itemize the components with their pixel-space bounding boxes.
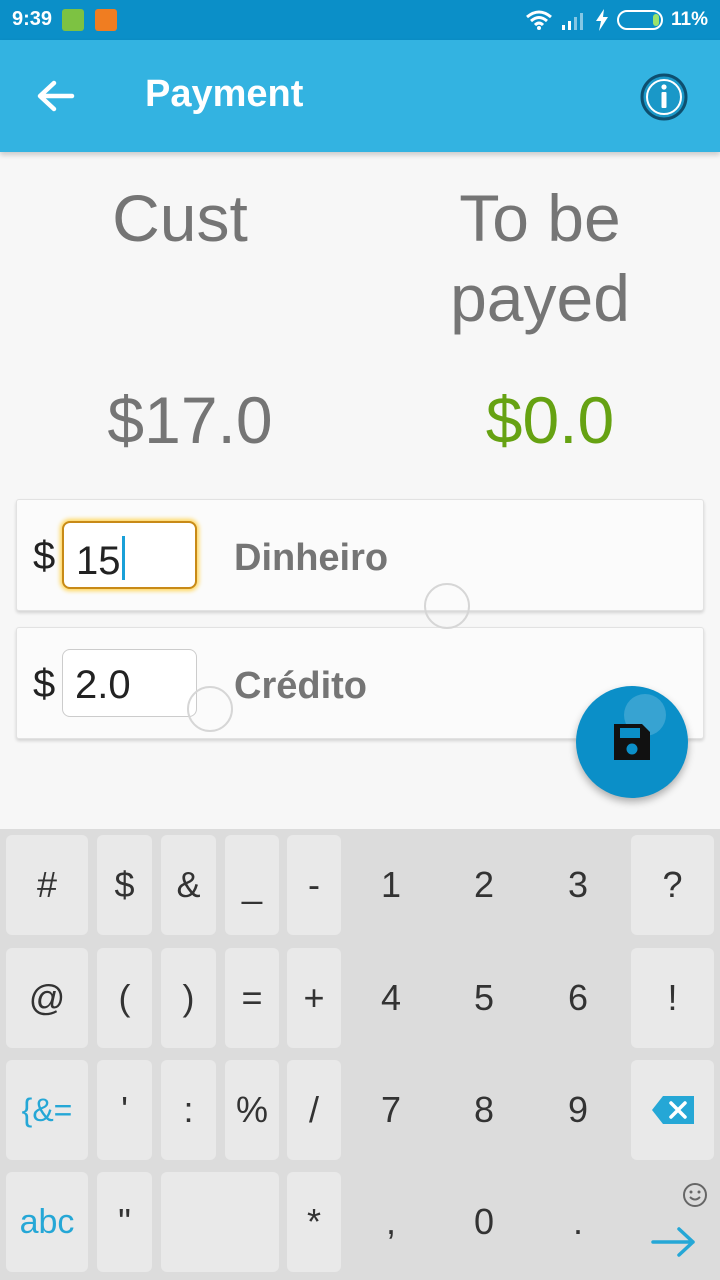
- payment-amount-input-dinheiro[interactable]: 15: [62, 521, 197, 589]
- wifi-icon: [526, 10, 552, 30]
- key-slash[interactable]: /: [287, 1060, 341, 1160]
- key-percent[interactable]: %: [225, 1060, 279, 1160]
- key-4[interactable]: 4: [348, 948, 434, 1048]
- key-6[interactable]: 6: [534, 948, 622, 1048]
- key-colon[interactable]: :: [161, 1060, 216, 1160]
- page-title: Payment: [145, 73, 304, 115]
- key-ampersand[interactable]: &: [161, 835, 216, 935]
- currency-symbol: $: [33, 534, 56, 578]
- key-equals[interactable]: =: [225, 948, 279, 1048]
- key-symbols-toggle[interactable]: {&=: [6, 1060, 88, 1160]
- key-paren-open[interactable]: (: [97, 948, 152, 1048]
- app-bar: Payment: [0, 40, 720, 152]
- numeric-symbol-keyboard: # $ & _ - 1 2 3 ? @ ( ) = + 4 5 6 ! {&= …: [0, 829, 720, 1280]
- smiley-icon: [683, 1183, 707, 1207]
- key-space[interactable]: [161, 1172, 279, 1272]
- touch-ripple: [424, 583, 470, 629]
- key-apostrophe[interactable]: ': [97, 1060, 152, 1160]
- cust-amount: $17.0: [107, 383, 273, 457]
- save-button[interactable]: [576, 686, 688, 798]
- key-3[interactable]: 3: [534, 835, 622, 935]
- key-at[interactable]: @: [6, 948, 88, 1048]
- key-backspace[interactable]: [631, 1060, 714, 1160]
- key-5[interactable]: 5: [440, 948, 528, 1048]
- payment-row-dinheiro: $ 15 Dinheiro: [16, 499, 704, 611]
- key-hash[interactable]: #: [6, 835, 88, 935]
- to-be-payed-amount: $0.0: [485, 383, 615, 457]
- to-be-payed-label: To be payed: [420, 178, 660, 338]
- key-9[interactable]: 9: [534, 1060, 622, 1160]
- status-right: 11%: [525, 8, 708, 32]
- payment-method-label: Dinheiro: [234, 537, 389, 579]
- payment-method-label: Crédito: [234, 665, 367, 707]
- key-plus[interactable]: +: [287, 948, 341, 1048]
- key-period[interactable]: .: [534, 1172, 622, 1272]
- battery-percent: 11%: [671, 9, 708, 30]
- info-circle-icon[interactable]: [638, 71, 690, 123]
- status-bar: 9:39 11%: [0, 0, 720, 40]
- touch-ripple: [187, 686, 233, 732]
- to-be-payed-label-line1: To be: [459, 181, 621, 255]
- key-minus[interactable]: -: [287, 835, 341, 935]
- key-1[interactable]: 1: [348, 835, 434, 935]
- key-0[interactable]: 0: [440, 1172, 528, 1272]
- key-paren-close[interactable]: ): [161, 948, 216, 1048]
- key-7[interactable]: 7: [348, 1060, 434, 1160]
- key-double-quote[interactable]: ": [97, 1172, 152, 1272]
- key-2[interactable]: 2: [440, 835, 528, 935]
- key-enter[interactable]: [631, 1172, 714, 1272]
- key-abc-toggle[interactable]: abc: [6, 1172, 88, 1272]
- key-asterisk[interactable]: *: [287, 1172, 341, 1272]
- arrow-left-icon[interactable]: [28, 72, 84, 120]
- text-cursor: [121, 536, 125, 580]
- arrow-right-icon: [651, 1227, 695, 1257]
- key-underscore[interactable]: _: [225, 835, 279, 935]
- key-comma[interactable]: ,: [348, 1172, 434, 1272]
- key-dollar[interactable]: $: [97, 835, 152, 935]
- key-question[interactable]: ?: [631, 835, 714, 935]
- battery-icon: [617, 10, 664, 30]
- status-time: 9:39: [12, 8, 53, 30]
- to-be-payed-label-line2: payed: [450, 261, 630, 335]
- signal-icon: [562, 13, 584, 30]
- save-icon: [614, 724, 650, 760]
- currency-symbol: $: [33, 662, 56, 706]
- charging-icon: [596, 9, 609, 31]
- payment-amount-value: 15: [76, 539, 121, 583]
- cust-label-text: Cust: [112, 181, 248, 255]
- battery-app-icon: [62, 9, 84, 31]
- backspace-icon: [651, 1096, 694, 1124]
- mi-notification-icon: [95, 9, 117, 31]
- payment-amount-input-credito[interactable]: 2.0: [62, 649, 197, 717]
- key-exclamation[interactable]: !: [631, 948, 714, 1048]
- key-8[interactable]: 8: [440, 1060, 528, 1160]
- cust-label: Cust: [60, 178, 300, 258]
- payment-amount-value: 2.0: [75, 663, 131, 707]
